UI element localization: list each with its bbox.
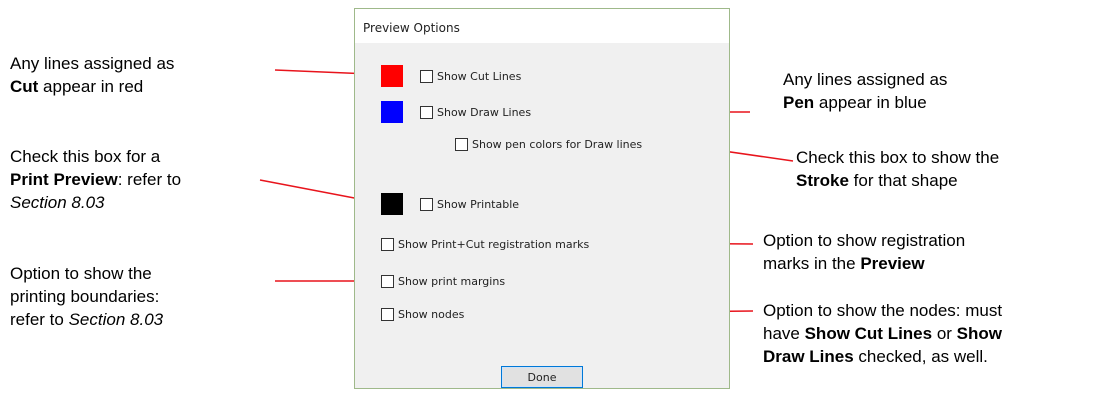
checkbox-box[interactable]: [381, 308, 394, 321]
checkbox-box[interactable]: [420, 198, 433, 211]
show-draw-lines-checkbox[interactable]: Show Draw Lines: [420, 106, 531, 119]
draw-color-swatch: [381, 101, 403, 123]
checkbox-box[interactable]: [420, 106, 433, 119]
cut-color-swatch: [381, 65, 403, 87]
show-printable-label: Show Printable: [437, 198, 520, 211]
show-printable-checkbox[interactable]: Show Printable: [420, 198, 519, 211]
annotation-print-preview: Check this box for a Print Preview: refe…: [10, 147, 182, 212]
show-pen-colors-label: Show pen colors for Draw lines: [472, 138, 643, 151]
annotation-nodes: Option to show the nodes: must have Show…: [763, 301, 1003, 366]
annotation-registration: Option to show registration marks in the…: [763, 231, 966, 273]
show-print-margins-label: Show print margins: [398, 275, 506, 288]
show-nodes-checkbox[interactable]: Show nodes: [381, 308, 464, 321]
show-cut-lines-label: Show Cut Lines: [437, 70, 522, 83]
annotation-cut: Any lines assigned as Cut appear in red: [10, 54, 175, 96]
dialog-title: Preview Options: [355, 9, 729, 43]
show-nodes-label: Show nodes: [398, 308, 465, 321]
done-button[interactable]: Done: [501, 366, 583, 388]
annotation-boundaries: Option to show the printing boundaries: …: [10, 264, 164, 329]
show-print-margins-checkbox[interactable]: Show print margins: [381, 275, 505, 288]
printable-color-swatch: [381, 193, 403, 215]
show-cut-lines-checkbox[interactable]: Show Cut Lines: [420, 70, 521, 83]
checkbox-box[interactable]: [381, 275, 394, 288]
checkbox-box[interactable]: [381, 238, 394, 251]
show-draw-lines-label: Show Draw Lines: [437, 106, 532, 119]
show-registration-marks-label: Show Print+Cut registration marks: [398, 238, 590, 251]
show-registration-marks-checkbox[interactable]: Show Print+Cut registration marks: [381, 238, 589, 251]
preview-options-dialog: Preview Options Show Cut Lines Show Draw…: [354, 8, 730, 389]
checkbox-box[interactable]: [455, 138, 468, 151]
annotation-pen: Any lines assigned as Pen appear in blue: [783, 70, 948, 112]
annotation-stroke: Check this box to show the Stroke for th…: [796, 148, 1000, 190]
show-pen-colors-checkbox[interactable]: Show pen colors for Draw lines: [455, 138, 642, 151]
checkbox-box[interactable]: [420, 70, 433, 83]
